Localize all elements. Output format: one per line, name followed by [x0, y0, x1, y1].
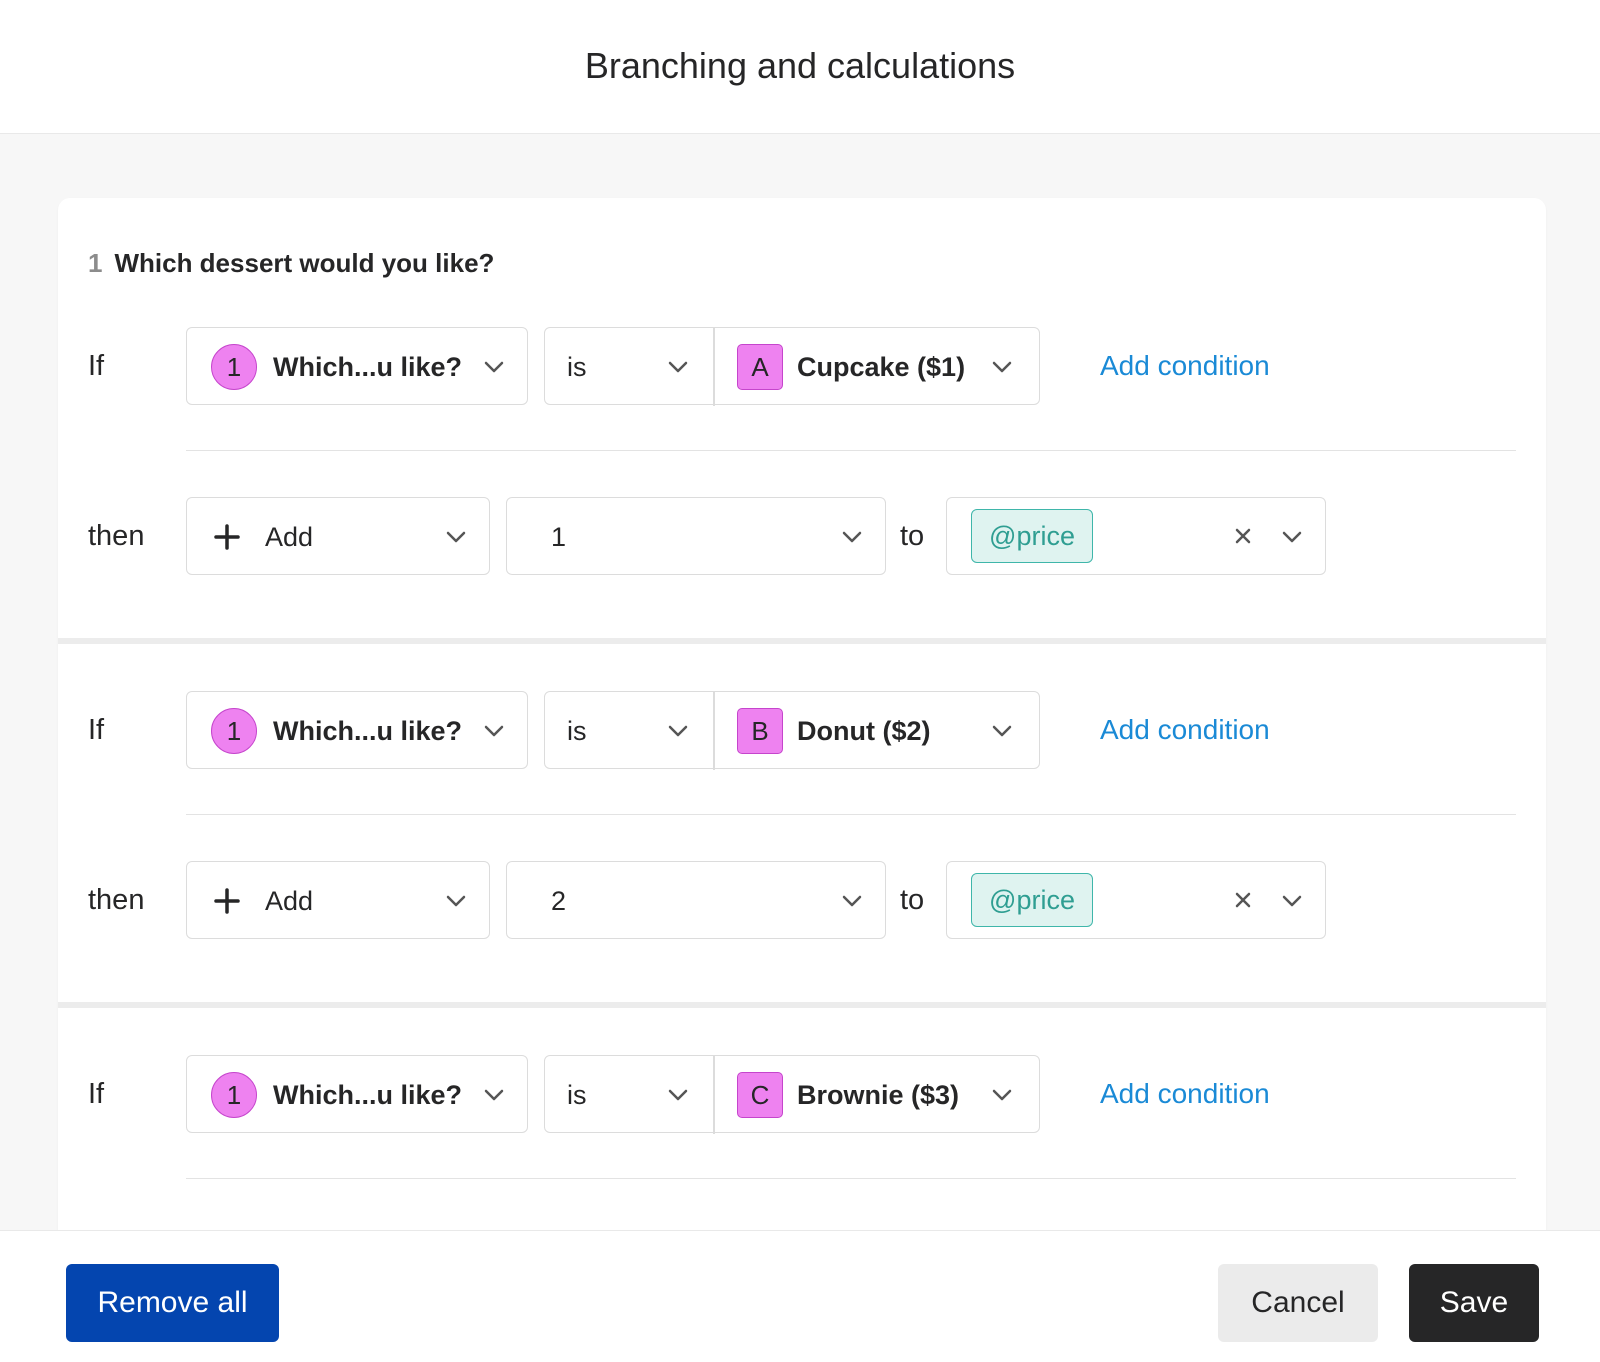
variable-chip: @price: [971, 873, 1093, 927]
divider: [186, 1178, 1516, 1179]
add-condition-link[interactable]: Add condition: [1100, 327, 1270, 405]
chevron-down-icon[interactable]: [667, 720, 689, 742]
chevron-down-icon: [841, 890, 863, 912]
chevron-down-icon: [483, 720, 505, 742]
question-select-label: Which...u like?: [273, 1079, 463, 1110]
divider: [186, 450, 1516, 451]
rule-3-if-row: If 1 Which...u like? is C Brownie ($3) A…: [58, 1055, 1546, 1134]
chevron-down-icon: [445, 526, 467, 548]
add-condition-link[interactable]: Add condition: [1100, 1055, 1270, 1133]
chevron-down-icon: [445, 890, 467, 912]
rule-1-if-row: If 1 Which...u like? is A Cupcake ($1) A…: [58, 327, 1546, 406]
chevron-down-icon: [483, 356, 505, 378]
variable-chip: @price: [971, 509, 1093, 563]
save-button[interactable]: Save: [1409, 1264, 1539, 1342]
answer-select[interactable]: C Brownie ($3): [713, 1056, 1039, 1134]
rule-1-then-row: then Add 1 to @price: [58, 497, 1546, 575]
remove-all-button[interactable]: Remove all: [66, 1264, 279, 1342]
value-select[interactable]: 1: [506, 497, 886, 575]
chevron-down-icon[interactable]: [1281, 526, 1303, 548]
action-select[interactable]: Add: [186, 861, 490, 939]
question-select-label: Which...u like?: [273, 715, 463, 746]
add-condition-link[interactable]: Add condition: [1100, 691, 1270, 769]
question-badge: 1: [211, 344, 257, 390]
chevron-down-icon: [483, 1084, 505, 1106]
plus-icon: [214, 888, 240, 914]
clear-icon[interactable]: [1231, 888, 1255, 912]
condition-group: is C Brownie ($3): [544, 1055, 1040, 1134]
chevron-down-icon: [841, 526, 863, 548]
question-badge: 1: [211, 1072, 257, 1118]
answer-badge: A: [737, 344, 783, 390]
then-label: then: [88, 883, 145, 916]
rule-2-then-row: then Add 2 to @price: [58, 861, 1546, 939]
operator-select-label[interactable]: is: [567, 328, 587, 406]
action-select-label: Add: [265, 885, 314, 916]
question-title: 1 Which dessert would you like?: [88, 248, 494, 279]
rule-2-if-row: If 1 Which...u like? is B Donut ($2) Add…: [58, 691, 1546, 770]
answer-select[interactable]: B Donut ($2): [713, 692, 1039, 770]
condition-group: is B Donut ($2): [544, 691, 1040, 770]
answer-select-label: Donut ($2): [797, 715, 931, 746]
dialog-header: Branching and calculations: [0, 0, 1600, 134]
value-select-label: 1: [551, 521, 567, 552]
chevron-down-icon[interactable]: [1281, 890, 1303, 912]
question-card: 1 Which dessert would you like? If 1 Whic…: [58, 198, 1546, 1230]
clear-icon[interactable]: [1231, 524, 1255, 548]
dialog-body[interactable]: 1 Which dessert would you like? If 1 Whic…: [0, 134, 1600, 1230]
cancel-button[interactable]: Cancel: [1218, 1264, 1378, 1342]
chevron-down-icon: [991, 1084, 1013, 1106]
value-select-label: 2: [551, 885, 567, 916]
answer-select-label: Brownie ($3): [797, 1079, 960, 1110]
if-label: If: [88, 1077, 105, 1110]
chevron-down-icon: [991, 356, 1013, 378]
answer-badge: C: [737, 1072, 783, 1118]
operator-select-label[interactable]: is: [567, 1056, 587, 1134]
rule-separator: [58, 1002, 1546, 1008]
question-select[interactable]: 1 Which...u like?: [186, 1055, 528, 1133]
rule-separator: [58, 638, 1546, 644]
answer-select[interactable]: A Cupcake ($1): [713, 328, 1039, 406]
dialog-title: Branching and calculations: [584, 44, 1016, 86]
answer-badge: B: [737, 708, 783, 754]
condition-group: is A Cupcake ($1): [544, 327, 1040, 406]
operator-select-label[interactable]: is: [567, 692, 587, 770]
question-number: 1: [88, 248, 103, 278]
chevron-down-icon[interactable]: [667, 1084, 689, 1106]
action-select-label: Add: [265, 521, 314, 552]
action-select[interactable]: Add: [186, 497, 490, 575]
to-label: to: [900, 519, 925, 552]
if-label: If: [88, 349, 105, 382]
then-label: then: [88, 519, 145, 552]
answer-select-label: Cupcake ($1): [797, 351, 966, 382]
chevron-down-icon: [991, 720, 1013, 742]
question-select[interactable]: 1 Which...u like?: [186, 691, 528, 769]
question-select[interactable]: 1 Which...u like?: [186, 327, 528, 405]
if-label: If: [88, 713, 105, 746]
divider: [186, 814, 1516, 815]
variable-select[interactable]: @price: [946, 861, 1326, 939]
plus-icon: [214, 524, 240, 550]
question-select-label: Which...u like?: [273, 351, 463, 382]
question-text: Which dessert would you like?: [114, 248, 495, 278]
to-label: to: [900, 883, 925, 916]
question-badge: 1: [211, 708, 257, 754]
value-select[interactable]: 2: [506, 861, 886, 939]
chevron-down-icon[interactable]: [667, 356, 689, 378]
dialog-footer: Remove all Cancel Save: [0, 1230, 1600, 1362]
variable-select[interactable]: @price: [946, 497, 1326, 575]
